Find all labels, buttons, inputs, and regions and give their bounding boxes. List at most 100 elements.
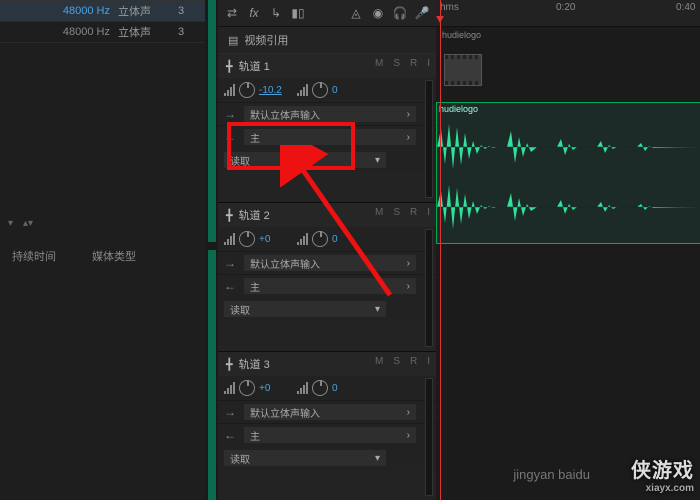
audio-clip[interactable]: hudielogo <box>436 102 700 244</box>
monitor-button[interactable]: I <box>427 207 430 218</box>
monitor-button[interactable]: I <box>427 58 430 69</box>
output-row: ← 主› <box>218 125 436 148</box>
pan-value[interactable]: 0 <box>332 85 356 96</box>
pan-value[interactable]: 0 <box>332 234 356 245</box>
mute-button[interactable]: M <box>375 356 383 367</box>
track-toolbar: ⇄ fx ↳ ▮▯ ◬ ◉ 🎧 🎤 <box>218 0 436 27</box>
track-1: ╋ 轨道 1 M S R I -10.2 0 → 默认立体声输入› ⦸ ← 主› <box>218 54 436 203</box>
automation-select[interactable]: 读取▾ <box>224 152 386 168</box>
monitor-button[interactable]: I <box>427 356 430 367</box>
track-header[interactable]: ╋ 轨道 1 M S R I <box>218 54 436 78</box>
swap-icon[interactable]: ⇄ <box>224 5 240 21</box>
pan-value[interactable]: 0 <box>332 383 356 394</box>
volume-knob[interactable] <box>239 231 255 247</box>
record-button[interactable]: R <box>410 207 417 218</box>
ruler-mark: 0:20 <box>556 2 575 13</box>
metronome-icon[interactable]: ◬ <box>348 5 364 21</box>
output-select[interactable]: 主› <box>244 129 416 145</box>
channels: 立体声 <box>118 24 178 40</box>
duration-header[interactable]: 持续时间 <box>12 248 92 264</box>
track-name: 轨道 2 <box>239 207 270 223</box>
volume-icon <box>224 84 235 96</box>
track-header[interactable]: ╋ 轨道 2 M S R I <box>218 203 436 227</box>
playhead[interactable] <box>440 0 441 500</box>
track-icon: ╋ <box>226 358 233 371</box>
watermark-secondary: jingyan baidu <box>513 467 590 482</box>
automation-row: 读取▾ <box>218 297 436 321</box>
level-meter <box>425 378 433 496</box>
waveform-upper <box>437 119 700 175</box>
level-meter <box>425 229 433 347</box>
mute-button[interactable]: M <box>375 207 383 218</box>
record-button[interactable]: R <box>410 58 417 69</box>
ruler-mark: 0:40 <box>676 2 695 13</box>
volume-row: -10.2 0 <box>218 78 436 102</box>
track-icon: ╋ <box>226 209 233 222</box>
volume-knob[interactable] <box>239 380 255 396</box>
solo-button[interactable]: S <box>393 356 400 367</box>
headphones-icon[interactable]: 🎧 <box>392 5 408 21</box>
waveform-lower <box>437 179 700 235</box>
pan-icon <box>297 233 308 245</box>
input-select[interactable]: 默认立体声输入› <box>244 106 416 122</box>
person-icon[interactable]: ◉ <box>370 5 386 21</box>
track-header[interactable]: ╋ 轨道 3 M S R I <box>218 352 436 376</box>
watermark: 侠游戏xiayx.com <box>631 454 694 494</box>
video-ref-label: 视频引用 <box>244 32 288 48</box>
automation-select[interactable]: 读取▾ <box>224 301 386 317</box>
left-toolbar: ▾ ▴▾ <box>0 218 213 229</box>
volume-value[interactable]: -10.2 <box>259 85 283 96</box>
volume-value[interactable]: +0 <box>259 234 283 245</box>
send-icon[interactable]: ↳ <box>268 5 284 21</box>
input-arrow-icon: → <box>224 256 238 270</box>
track-2: ╋ 轨道 2 M S R I +0 0 → 默认立体声输入› ⦸ ← 主› <box>218 203 436 352</box>
pan-knob[interactable] <box>312 82 328 98</box>
automation-select[interactable]: 读取▾ <box>224 450 386 466</box>
input-row: → 默认立体声输入› ⦸ <box>218 102 436 125</box>
mic-icon[interactable]: 🎤 <box>414 5 430 21</box>
track-name: 轨道 3 <box>239 356 270 372</box>
automation-row: 读取▾ <box>218 446 436 470</box>
output-select[interactable]: 主› <box>244 427 416 443</box>
media-row[interactable]: 48000 Hz 立体声 3 <box>0 1 205 22</box>
input-row: → 默认立体声输入› ⦸ <box>218 400 436 423</box>
video-thumbnail[interactable] <box>444 54 482 86</box>
volume-icon <box>224 233 235 245</box>
media-row[interactable]: 48000 Hz 立体声 3 <box>0 22 205 43</box>
filter-icon[interactable]: ▾ <box>8 218 13 229</box>
media-count: 3 <box>178 26 184 38</box>
output-arrow-icon: ← <box>224 428 238 442</box>
input-arrow-icon: → <box>224 405 238 419</box>
mute-button[interactable]: M <box>375 58 383 69</box>
input-select[interactable]: 默认立体声输入› <box>244 255 416 271</box>
solo-button[interactable]: S <box>393 58 400 69</box>
solo-button[interactable]: S <box>393 207 400 218</box>
time-ruler[interactable]: hms 0:20 0:40 <box>436 0 700 27</box>
record-button[interactable]: R <box>410 356 417 367</box>
chart-icon[interactable]: ▮▯ <box>290 5 306 21</box>
mediatype-header[interactable]: 媒体类型 <box>92 248 136 264</box>
pan-icon <box>297 382 308 394</box>
volume-knob[interactable] <box>239 82 255 98</box>
input-select[interactable]: 默认立体声输入› <box>244 404 416 420</box>
ruler-unit: hms <box>440 2 459 13</box>
video-reference-row[interactable]: ▤ 视频引用 <box>218 27 436 54</box>
fx-icon[interactable]: fx <box>246 5 262 21</box>
left-panel: 48000 Hz 立体声 3 48000 Hz 立体声 3 ▾ ▴▾ 持续时间 … <box>0 0 205 500</box>
clip-name: hudielogo <box>439 104 478 114</box>
output-arrow-icon: ← <box>224 130 238 144</box>
timeline[interactable]: hms 0:20 0:40 hudielogo hudielogo <box>436 0 700 500</box>
pan-knob[interactable] <box>312 231 328 247</box>
sort-icon[interactable]: ▴▾ <box>23 218 33 229</box>
track-icon: ╋ <box>226 60 233 73</box>
level-meter <box>425 80 433 198</box>
output-select[interactable]: 主› <box>244 278 416 294</box>
sample-rate: 48000 Hz <box>40 26 118 38</box>
playhead-label: hudielogo <box>442 30 481 44</box>
column-headers: 持续时间 媒体类型 <box>0 248 217 264</box>
pan-knob[interactable] <box>312 380 328 396</box>
volume-row: +0 0 <box>218 227 436 251</box>
track-panel: ⇄ fx ↳ ▮▯ ◬ ◉ 🎧 🎤 ▤ 视频引用 ╋ 轨道 1 M S R I … <box>218 0 436 500</box>
volume-value[interactable]: +0 <box>259 383 283 394</box>
pan-icon <box>297 84 308 96</box>
